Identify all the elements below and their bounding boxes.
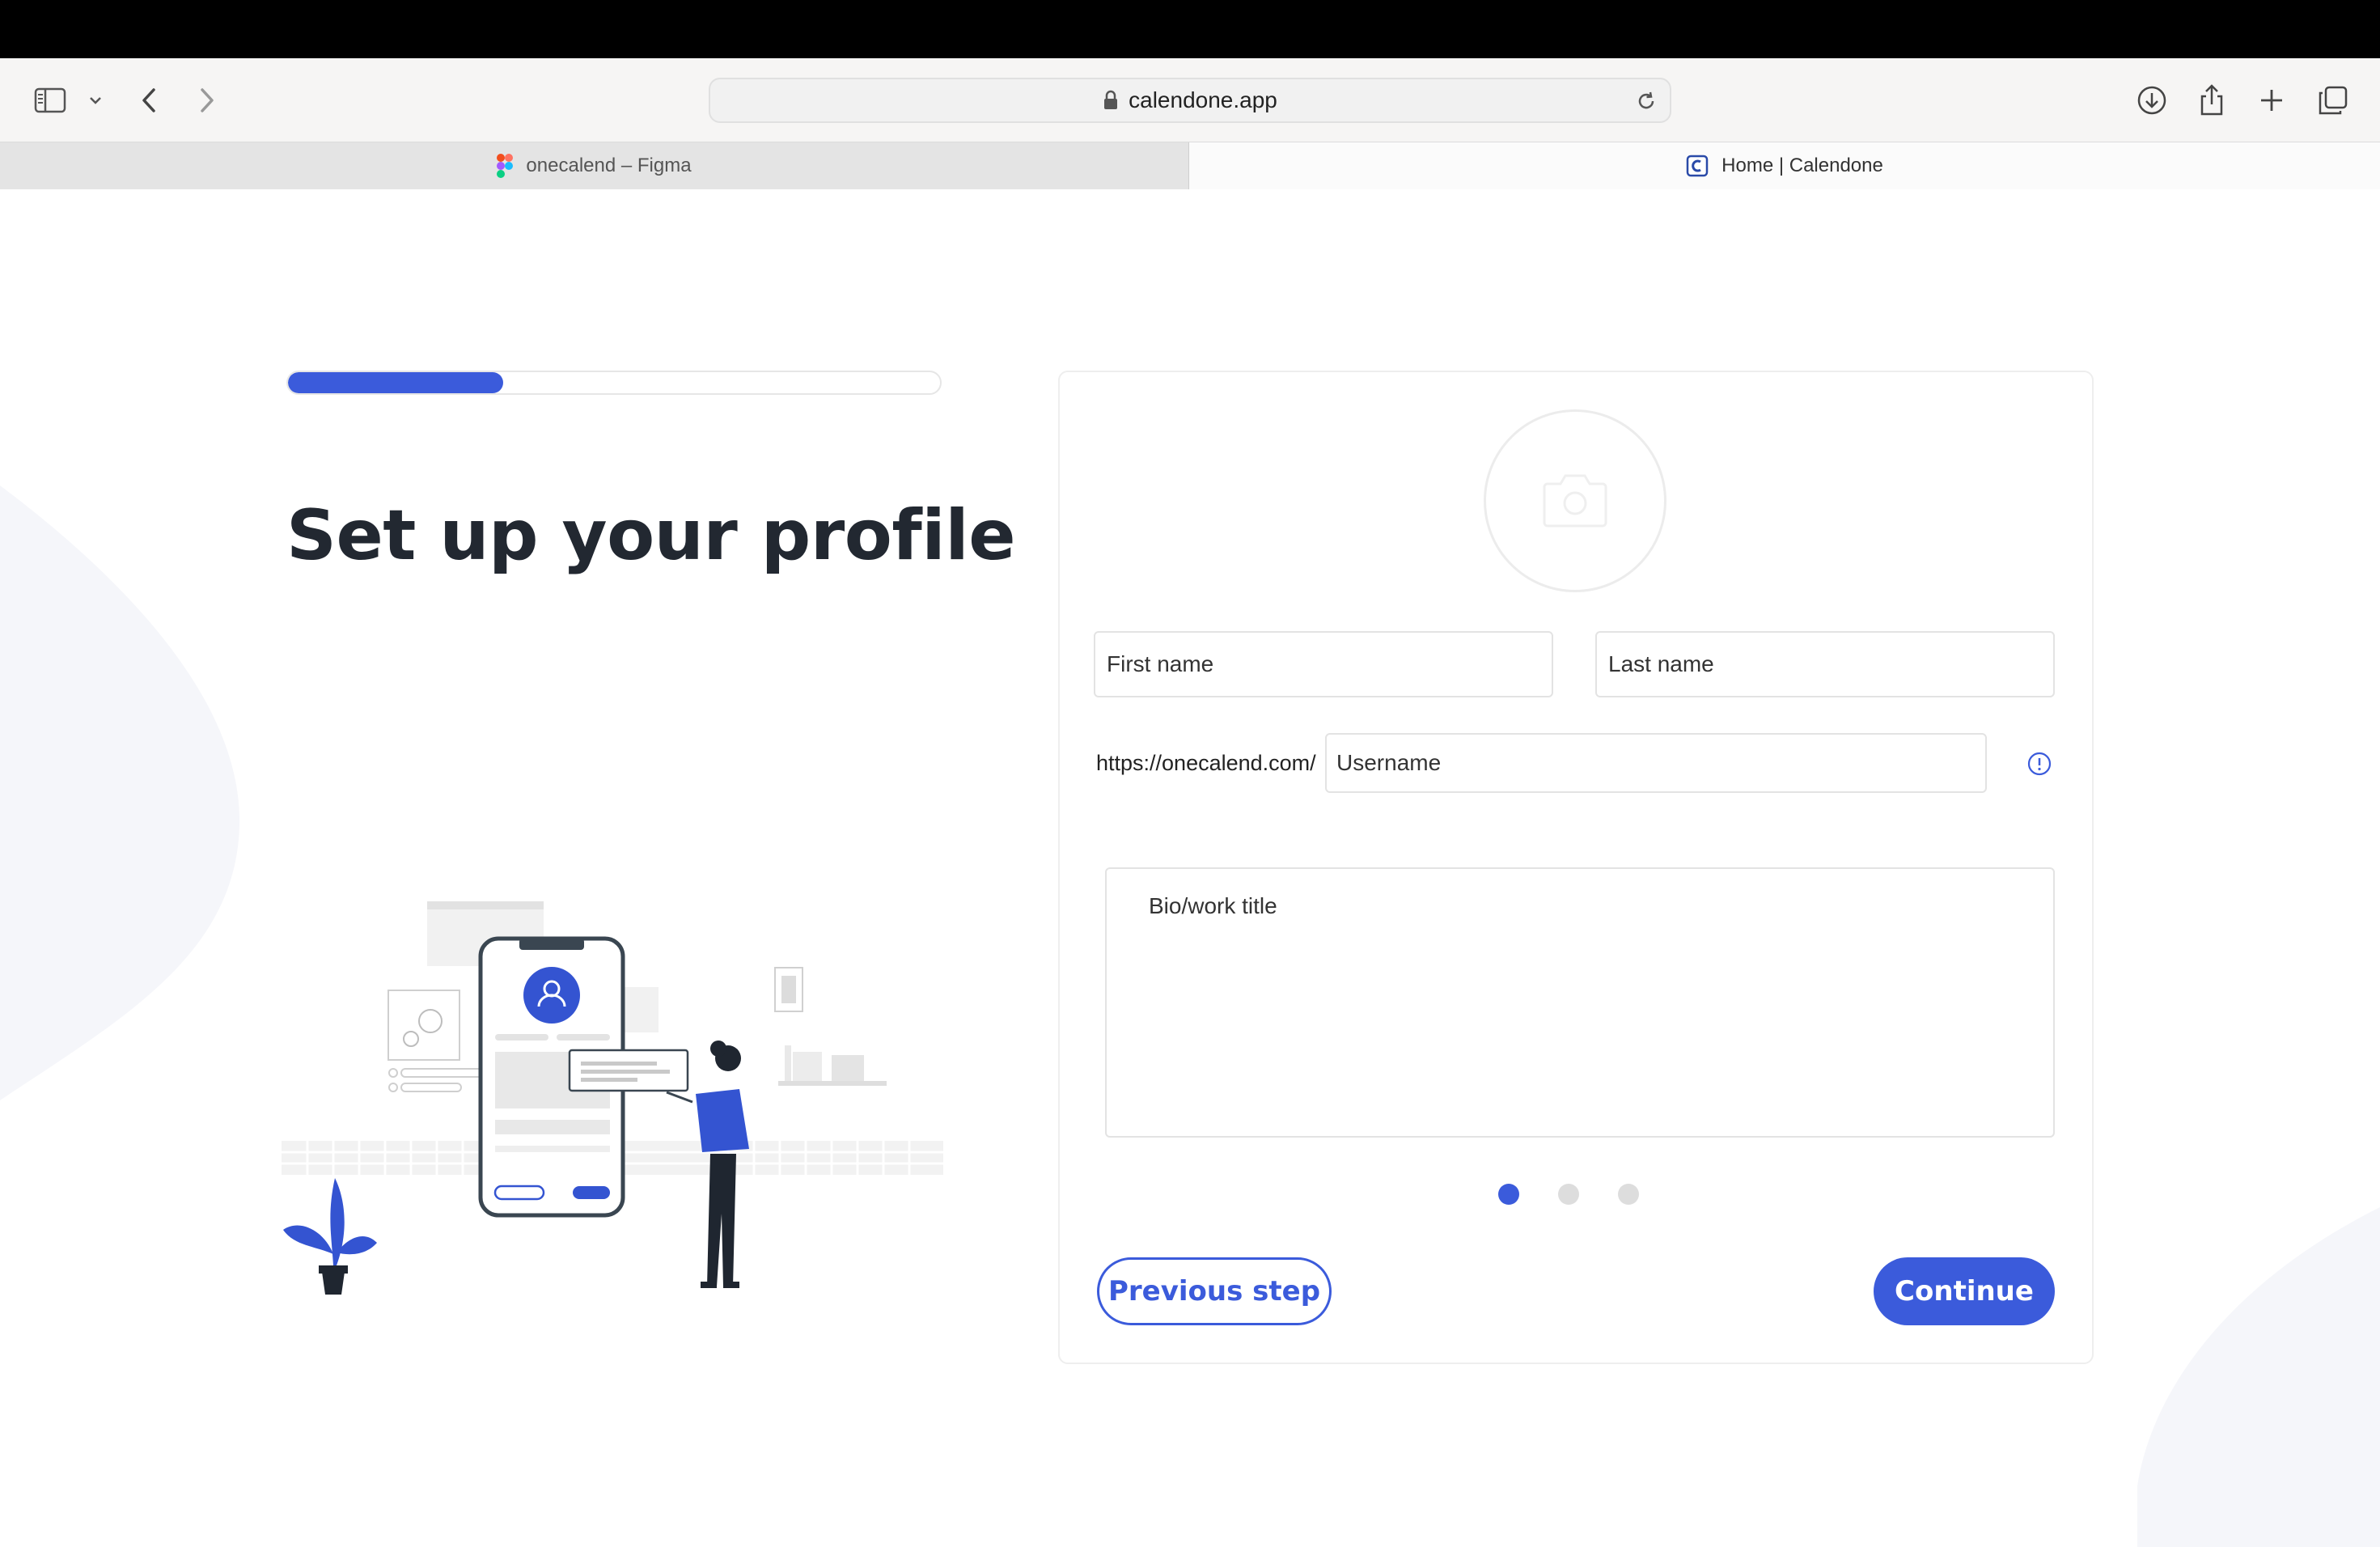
address-bar[interactable]: calendone.app [709,78,1671,123]
address-url: calendone.app [1129,87,1277,112]
bio-field[interactable]: Bio/work title [1105,867,2055,1138]
lock-icon [1103,90,1119,111]
profile-setup-illustration [282,901,943,1295]
first-name-placeholder: First name [1107,651,1214,676]
forward-icon[interactable] [184,78,230,123]
username-placeholder: Username [1336,750,1442,775]
tab-bar: onecalend – Figma Home | Calendone [0,142,2380,189]
username-field[interactable]: Username [1325,733,1987,793]
previous-step-button[interactable]: Previous step [1097,1257,1332,1325]
new-tab-icon[interactable] [2249,78,2294,123]
info-icon[interactable] [2026,751,2052,777]
first-name-field[interactable]: First name [1094,631,1553,697]
background-blob [0,485,240,1100]
last-name-placeholder: Last name [1608,651,1714,676]
browser-toolbar: calendone.app [0,58,2380,142]
download-icon[interactable] [2129,78,2175,123]
back-icon[interactable] [126,78,172,123]
camera-icon [1541,469,1609,533]
bio-placeholder: Bio/work title [1149,893,1277,918]
background-blob [2137,1207,2380,1547]
tab-label: Home | Calendone [1721,155,1883,176]
step-indicator [1498,1184,1639,1205]
progress-bar [286,371,942,395]
username-url-prefix: https://onecalend.com/ [1096,751,1316,775]
step-dot [1618,1184,1639,1205]
last-name-field[interactable]: Last name [1595,631,2055,697]
progress-bar-fill [288,372,503,393]
page-title: Set up your profile [286,495,1016,576]
tab-calendone[interactable]: Home | Calendone [1189,142,2380,189]
calendone-icon [1686,155,1709,177]
continue-button[interactable]: Continue [1874,1257,2055,1325]
tabs-overview-icon[interactable] [2310,78,2356,123]
step-dot [1558,1184,1579,1205]
figma-icon [497,154,514,178]
system-menu-bar [0,0,2380,58]
step-dot [1498,1184,1519,1205]
sidebar-icon[interactable] [28,78,73,123]
avatar-upload[interactable] [1484,409,1666,592]
tab-figma[interactable]: onecalend – Figma [0,142,1189,189]
chevron-down-icon[interactable] [73,78,118,123]
reload-icon[interactable] [1633,87,1660,115]
share-icon[interactable] [2189,78,2234,123]
tab-label: onecalend – Figma [526,155,692,176]
